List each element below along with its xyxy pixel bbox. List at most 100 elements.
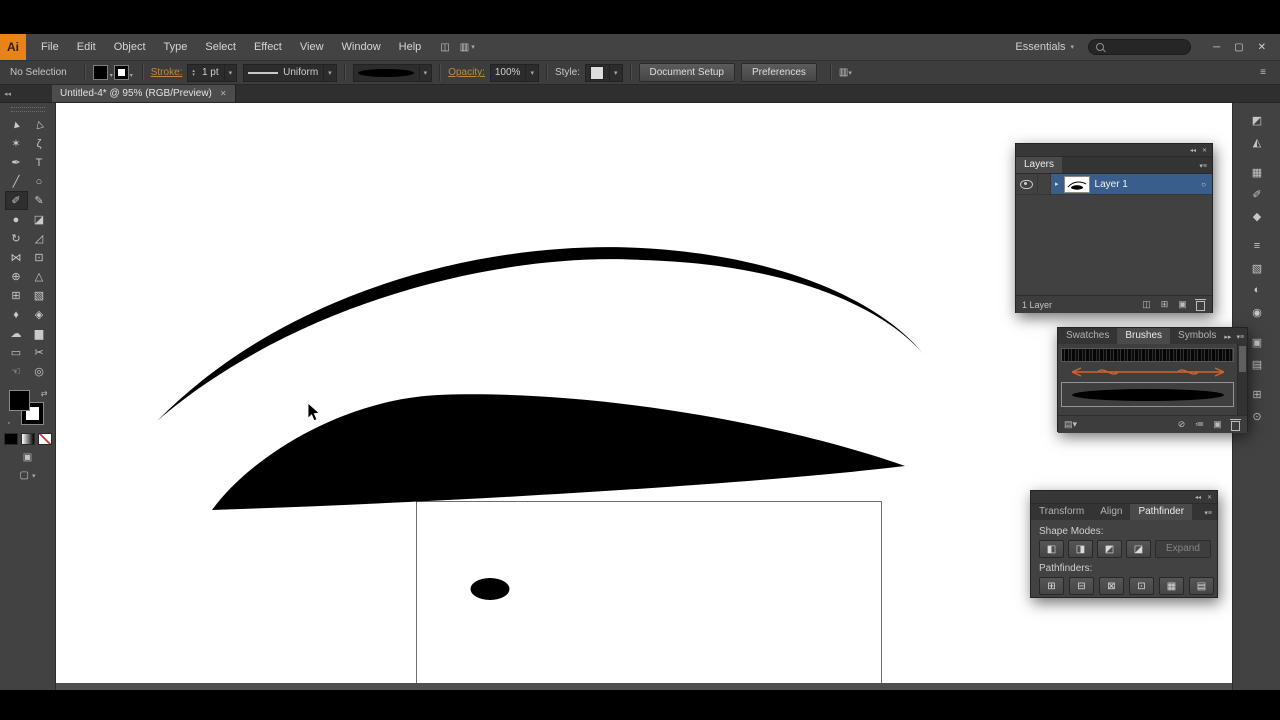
layer-row[interactable]: ▸ Layer 1 ○	[1016, 174, 1212, 195]
opacity-dropdown[interactable]: 100% ▾	[489, 63, 539, 82]
menu-object[interactable]: Object	[105, 34, 155, 60]
free-transform-tool[interactable]: ⊡	[28, 248, 51, 267]
preferences-button[interactable]: Preferences	[741, 63, 817, 82]
color-panel-icon[interactable]: ◩	[1244, 111, 1270, 129]
crop-button[interactable]: ⊡	[1129, 577, 1154, 595]
trim-button[interactable]: ⊟	[1069, 577, 1094, 595]
default-fill-stroke-icon[interactable]: ▫	[8, 420, 10, 427]
scrollbar-thumb[interactable]	[1239, 346, 1246, 372]
delete-brush-icon[interactable]	[1230, 419, 1241, 431]
brush-item-ellipse[interactable]	[1061, 382, 1234, 407]
menu-select[interactable]: Select	[196, 34, 245, 60]
brush-item-charcoal[interactable]	[1061, 348, 1234, 362]
target-circle-icon[interactable]: ○	[1201, 180, 1208, 189]
brush-item-arrow[interactable]	[1061, 364, 1234, 380]
chevron-down-icon[interactable]: ▾	[418, 64, 427, 81]
merge-button[interactable]: ⊠	[1099, 577, 1124, 595]
tab-transform[interactable]: Transform	[1031, 504, 1092, 520]
brush-definition-dropdown[interactable]: ▾	[352, 63, 433, 82]
fill-swatch[interactable]	[8, 390, 30, 411]
layer-thumbnail[interactable]	[1063, 175, 1090, 193]
type-tool[interactable]: T	[28, 153, 51, 172]
gradient-tool[interactable]: ▧	[28, 286, 51, 305]
expand-panel-icon[interactable]: ▸▸	[1224, 333, 1236, 344]
magic-wand-tool[interactable]: ✶	[5, 134, 28, 153]
symbol-sprayer-tool[interactable]: ☁	[5, 324, 28, 343]
chevron-down-icon[interactable]: ▾	[223, 64, 232, 81]
color-button[interactable]	[3, 433, 18, 445]
fill-color-swatch[interactable]	[92, 65, 108, 80]
thin-curved-stroke[interactable]	[157, 247, 925, 421]
menu-file[interactable]: File	[32, 34, 68, 60]
expand-triangle-icon[interactable]: ▸	[1055, 180, 1059, 188]
align-options-icon[interactable]: ▥	[839, 67, 848, 78]
document-setup-button[interactable]: Document Setup	[638, 63, 735, 82]
width-profile-dropdown[interactable]: Uniform ▾	[243, 63, 337, 82]
mesh-tool[interactable]: ⊞	[5, 286, 28, 305]
menu-edit[interactable]: Edit	[68, 34, 105, 60]
brushes-panel-icon[interactable]: ✐	[1244, 185, 1270, 203]
menu-type[interactable]: Type	[155, 34, 197, 60]
column-graph-tool[interactable]: ▆	[28, 324, 51, 343]
rotate-tool[interactable]: ↻	[5, 229, 28, 248]
search-input[interactable]	[1088, 39, 1192, 55]
color-guide-panel-icon[interactable]: ◭	[1244, 133, 1270, 151]
menu-help[interactable]: Help	[390, 34, 431, 60]
outline-button[interactable]: ▦	[1159, 577, 1184, 595]
tab-pathfinder[interactable]: Pathfinder	[1130, 504, 1193, 520]
chevron-down-icon[interactable]: ▾	[323, 64, 332, 81]
tab-layers[interactable]: Layers	[1016, 157, 1063, 173]
artboard-tool[interactable]: ▭	[5, 343, 28, 362]
slice-tool[interactable]: ✂	[28, 343, 51, 362]
intersect-button[interactable]: ◩	[1097, 540, 1122, 558]
panel-menu-icon[interactable]: ▾≡	[1199, 162, 1212, 173]
panel-grip[interactable]	[10, 107, 45, 112]
ellipse-tool[interactable]: ○	[28, 172, 51, 191]
new-layer-icon[interactable]: ▣	[1177, 299, 1188, 311]
drawing-modes-button[interactable]: ▣	[23, 452, 32, 463]
expand-button[interactable]: Expand	[1155, 540, 1211, 558]
layer-name[interactable]: Layer 1	[1095, 179, 1128, 190]
line-segment-tool[interactable]: ╱	[5, 172, 28, 191]
gradient-panel-icon[interactable]: ▧	[1244, 259, 1270, 277]
stroke-width-stepper[interactable]: ▴ ▾ 1 pt ▾	[187, 63, 238, 82]
brush-options-icon[interactable]: ≔	[1194, 419, 1205, 431]
delete-layer-icon[interactable]	[1195, 299, 1206, 311]
chevron-down-icon[interactable]: ▾	[525, 64, 534, 81]
collapse-panel-icon[interactable]: ◂◂	[1195, 494, 1201, 501]
new-brush-icon[interactable]: ▣	[1212, 419, 1223, 431]
close-panel-icon[interactable]: ✕	[1207, 494, 1212, 501]
new-sublayer-icon[interactable]: ⊞	[1159, 299, 1170, 311]
tab-swatches[interactable]: Swatches	[1058, 328, 1117, 344]
zoom-tool[interactable]: ◎	[28, 362, 51, 381]
tab-brushes[interactable]: Brushes	[1117, 328, 1171, 344]
toolbar-collapse-icon[interactable]: ◂◂	[0, 90, 52, 98]
make-clipping-mask-icon[interactable]: ◫	[1141, 299, 1152, 311]
visibility-toggle[interactable]	[1016, 174, 1038, 194]
blob-brush-tool[interactable]: ●	[5, 210, 28, 229]
arrange-documents-icon[interactable]: ▥ ▾	[460, 42, 475, 53]
lasso-tool[interactable]: ζ	[28, 134, 51, 153]
blend-tool[interactable]: ◈	[28, 305, 51, 324]
eyedropper-tool[interactable]: ♦	[5, 305, 28, 324]
bridge-icon[interactable]: ◫	[440, 42, 449, 53]
workspace-switcher[interactable]: Essentials ▾	[1015, 41, 1074, 53]
exclude-button[interactable]: ◪	[1126, 540, 1151, 558]
control-panel-menu-icon[interactable]: ≡	[1260, 67, 1266, 78]
transparency-panel-icon[interactable]: ◐	[1244, 281, 1270, 299]
pencil-tool[interactable]: ✎	[28, 191, 51, 210]
swatches-panel-icon[interactable]: ▦	[1244, 163, 1270, 181]
chevron-down-icon[interactable]: ▾	[608, 64, 618, 81]
screen-mode-button[interactable]: ▢	[20, 470, 29, 481]
lock-toggle[interactable]	[1038, 174, 1051, 194]
minimize-button[interactable]: ─	[1213, 42, 1220, 53]
tab-align[interactable]: Align	[1092, 504, 1130, 520]
brush-libraries-icon[interactable]: ▤▾	[1064, 419, 1077, 431]
menu-window[interactable]: Window	[333, 34, 390, 60]
perspective-grid-tool[interactable]: △	[28, 267, 51, 286]
minus-front-button[interactable]: ◨	[1068, 540, 1093, 558]
small-black-ellipse[interactable]	[470, 578, 510, 600]
panel-menu-icon[interactable]: ▾≡	[1236, 333, 1249, 344]
appearance-panel-icon[interactable]: ◉	[1244, 303, 1270, 321]
document-tab-close-icon[interactable]: ✕	[220, 89, 227, 98]
